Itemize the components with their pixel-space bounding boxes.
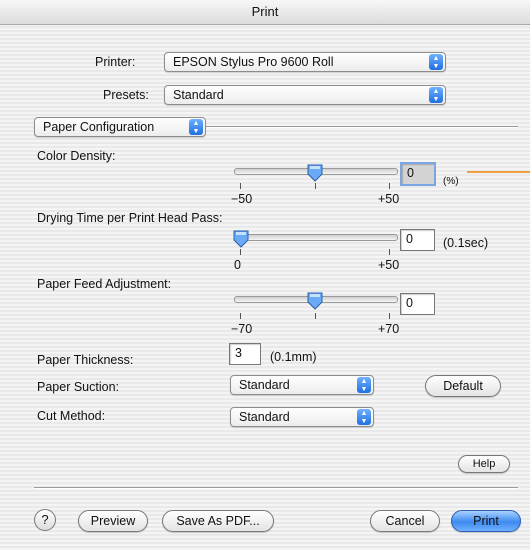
color-density-field[interactable]: 0	[400, 162, 436, 186]
drying-time-min-label: 0	[234, 258, 241, 272]
paper-thickness-unit: (0.1mm)	[270, 350, 317, 364]
updown-arrows-icon: ▲ ▼	[357, 409, 371, 425]
color-density-tick-min	[240, 183, 241, 189]
color-density-min-label: −50	[231, 192, 253, 206]
cut-method-popup[interactable]: Standard ▲ ▼	[230, 407, 374, 427]
panel-divider	[200, 126, 518, 128]
presets-popup[interactable]: Standard ▲ ▼	[164, 85, 446, 105]
color-density-slider-thumb[interactable]	[307, 164, 323, 182]
cancel-button[interactable]: Cancel	[370, 510, 440, 532]
paper-suction-label: Paper Suction:	[37, 380, 119, 394]
cut-method-label: Cut Method:	[37, 409, 106, 423]
cut-method-value: Standard	[239, 410, 290, 424]
color-density-label: Color Density:	[37, 149, 116, 163]
paper-feed-min-label: −70	[231, 322, 253, 336]
paper-feed-tick-mid	[315, 313, 316, 319]
paper-feed-slider-thumb[interactable]	[307, 292, 323, 310]
drying-time-slider-track[interactable]	[234, 234, 398, 241]
drying-time-tick-min	[240, 249, 241, 255]
updown-arrows-icon: ▲ ▼	[189, 119, 203, 135]
drying-time-label: Drying Time per Print Head Pass:	[37, 211, 223, 225]
drying-time-slider-thumb[interactable]	[233, 230, 249, 248]
help-question-icon[interactable]: ?	[34, 509, 56, 531]
help-button[interactable]: Help	[458, 455, 510, 473]
drying-time-tick-max	[389, 249, 390, 255]
annotation-line	[467, 171, 530, 173]
paper-feed-tick-max	[389, 313, 390, 319]
color-density-max-label: +50	[378, 192, 400, 206]
bottom-divider	[34, 487, 518, 489]
drying-time-field[interactable]: 0	[400, 229, 435, 251]
updown-arrows-icon: ▲ ▼	[429, 54, 443, 70]
paper-thickness-field[interactable]: 3	[229, 343, 261, 365]
color-density-unit: (%)	[443, 176, 459, 187]
preview-button[interactable]: Preview	[78, 510, 148, 532]
presets-value: Standard	[173, 88, 224, 102]
paper-feed-tick-min	[240, 313, 241, 319]
panel-popup[interactable]: Paper Configuration ▲ ▼	[34, 117, 206, 137]
color-density-tick-max	[389, 183, 390, 189]
updown-arrows-icon: ▲ ▼	[429, 87, 443, 103]
panel-value: Paper Configuration	[43, 120, 155, 134]
paper-suction-popup[interactable]: Standard ▲ ▼	[230, 375, 374, 395]
title-bar: Print	[0, 0, 530, 25]
print-button[interactable]: Print	[451, 510, 521, 532]
window-title: Print	[251, 4, 279, 19]
updown-arrows-icon: ▲ ▼	[357, 377, 371, 393]
printer-label: Printer:	[95, 55, 136, 69]
presets-label: Presets:	[103, 88, 149, 102]
drying-time-unit: (0.1sec)	[443, 236, 489, 250]
paper-feed-value: 0	[406, 296, 413, 310]
drying-time-value: 0	[406, 232, 413, 246]
color-density-value: 0	[407, 166, 414, 180]
default-button[interactable]: Default	[425, 375, 501, 397]
save-as-pdf-button[interactable]: Save As PDF...	[162, 510, 274, 532]
paper-feed-field[interactable]: 0	[400, 293, 435, 315]
paper-thickness-value: 3	[235, 346, 242, 360]
paper-feed-label: Paper Feed Adjustment:	[37, 277, 172, 291]
printer-value: EPSON Stylus Pro 9600 Roll	[173, 55, 334, 69]
drying-time-max-label: +50	[378, 258, 400, 272]
paper-thickness-label: Paper Thickness:	[37, 353, 134, 367]
paper-feed-max-label: +70	[378, 322, 400, 336]
paper-suction-value: Standard	[239, 378, 290, 392]
color-density-tick-mid	[315, 183, 316, 189]
printer-popup[interactable]: EPSON Stylus Pro 9600 Roll ▲ ▼	[164, 52, 446, 72]
